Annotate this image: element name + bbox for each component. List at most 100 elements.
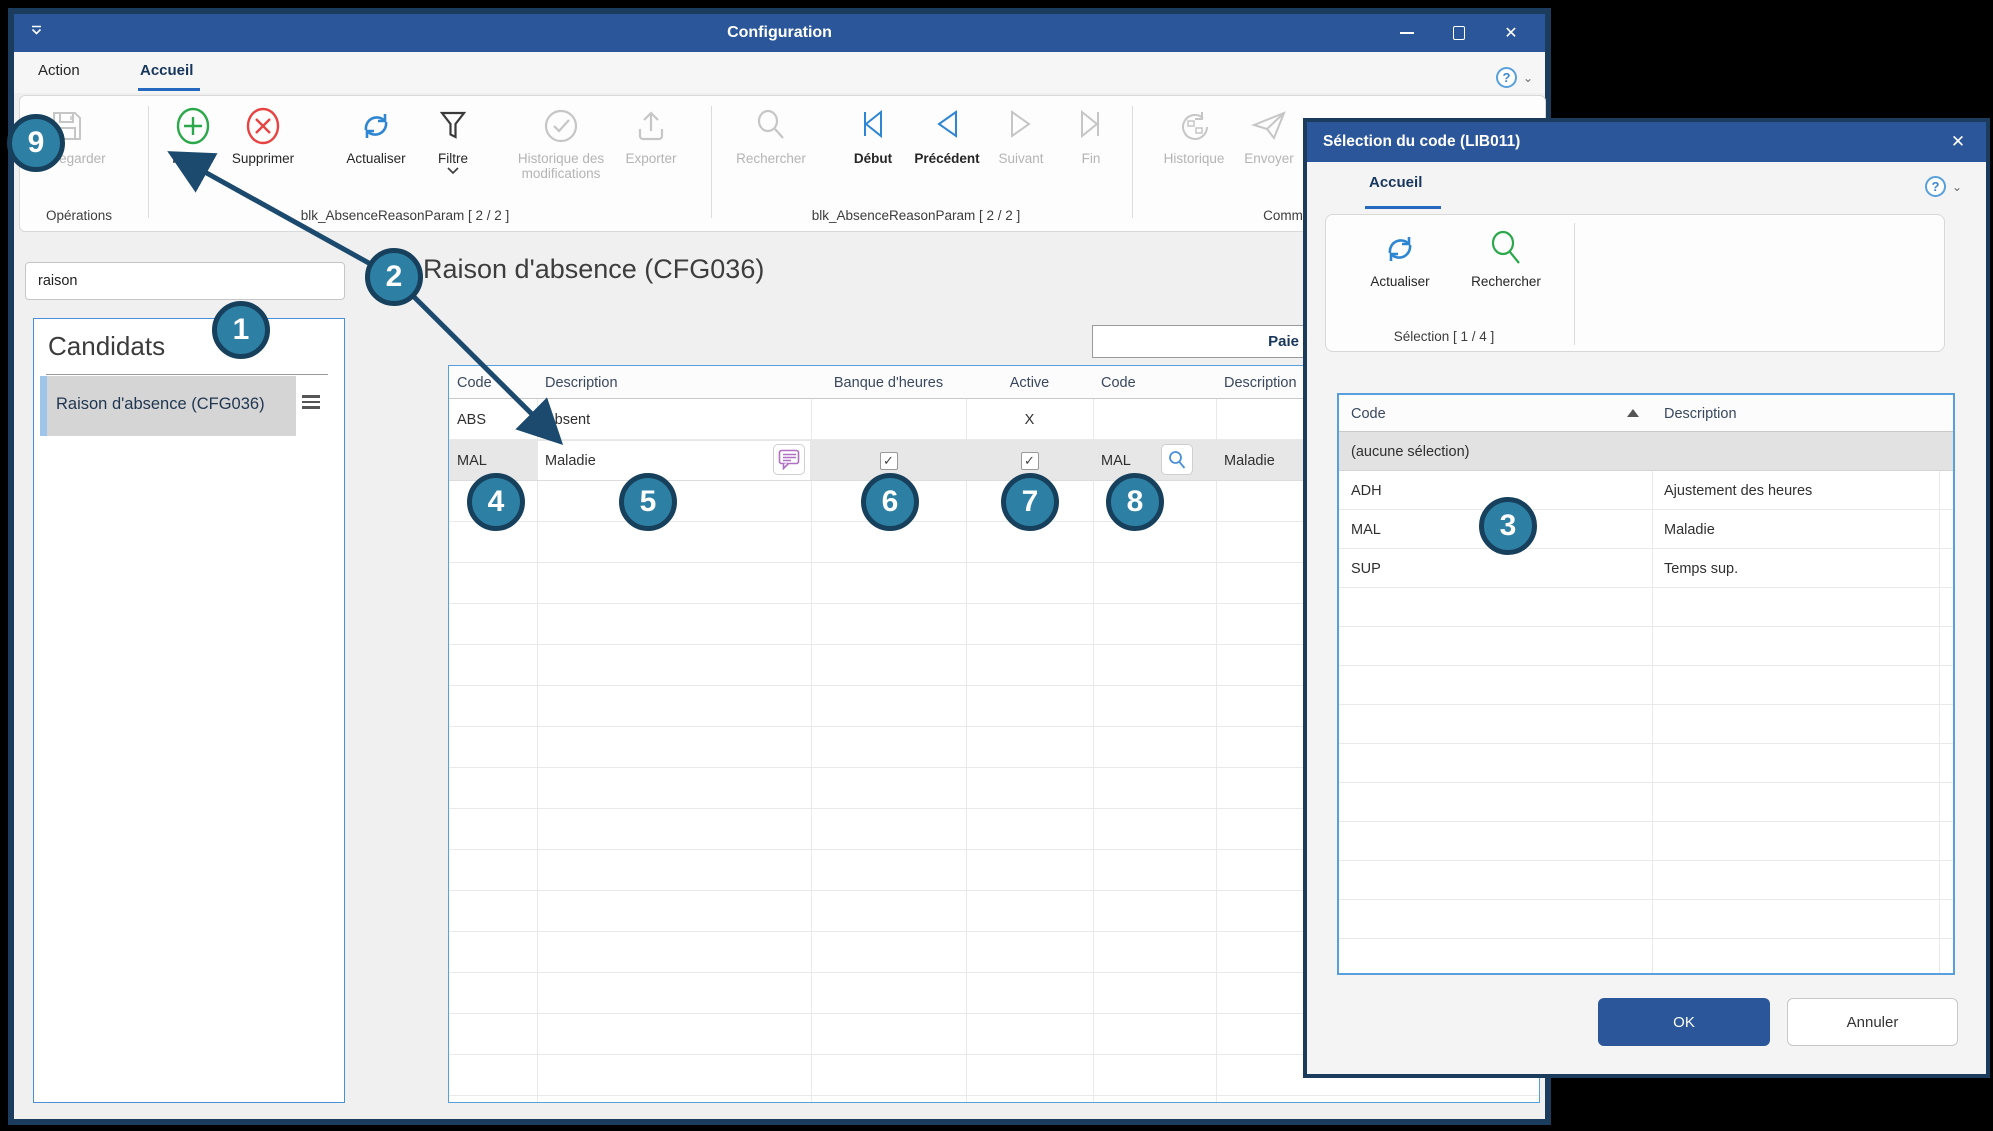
cell-code[interactable]: MAL <box>1351 510 1381 549</box>
cell-code[interactable]: SUP <box>1351 549 1381 588</box>
search-icon <box>749 102 793 148</box>
help-control[interactable]: ? ⌄ <box>1496 67 1533 88</box>
annotation-9: 9 <box>7 114 65 172</box>
cell-code[interactable]: ABS <box>457 399 486 440</box>
col-banque-heures[interactable]: Banque d'heures <box>811 366 966 399</box>
candidate-item[interactable]: Raison d'absence (CFG036) <box>40 376 296 436</box>
refresh-icon <box>354 102 398 148</box>
dialog-tab-underline <box>1365 206 1441 209</box>
dialog-title-bar: Sélection du code (LIB011) ✕ <box>1307 122 1986 162</box>
nav-next-icon <box>1001 102 1041 148</box>
dialog-table-header: Code Description <box>1339 395 1953 432</box>
tab-accueil[interactable]: Accueil <box>140 62 193 79</box>
annotation-4: 4 <box>467 473 525 531</box>
column-group-paie: Paie <box>1092 325 1312 358</box>
checkbox-checked[interactable]: ✓ <box>1021 452 1039 470</box>
fin-button[interactable]: Fin <box>1045 102 1137 166</box>
exporter-button[interactable]: Exporter <box>605 102 697 166</box>
group-label-block-1: blk_AbsenceReasonParam [ 2 / 2 ] <box>220 208 590 223</box>
search-input[interactable] <box>25 262 345 300</box>
annotation-2: 2 <box>365 248 423 306</box>
cell-code[interactable]: ADH <box>1351 471 1382 510</box>
help-icon[interactable]: ? <box>1925 176 1946 197</box>
dialog-actualiser-button[interactable]: Actualiser <box>1354 225 1446 289</box>
cell-code[interactable]: MAL <box>457 440 487 481</box>
cell-active[interactable]: X <box>966 399 1093 440</box>
annotation-6: 6 <box>861 473 919 531</box>
dialog-rechercher-button[interactable]: Rechercher <box>1460 225 1552 289</box>
dialog-row-none[interactable]: (aucune sélection) <box>1339 432 1953 471</box>
send-plane-icon <box>1247 102 1291 148</box>
col-paie-description[interactable]: Description <box>1224 366 1297 399</box>
insert-plus-icon <box>171 102 215 148</box>
dialog-row-sup[interactable]: SUP Temps sup. <box>1339 549 1953 588</box>
ribbon-separator <box>1574 223 1575 345</box>
rechercher-button[interactable]: Rechercher <box>725 102 817 166</box>
magnifier-icon <box>1167 450 1187 470</box>
page-title: Raison d'absence (CFG036) <box>423 254 764 285</box>
hamburger-menu-icon[interactable] <box>302 395 320 409</box>
comment-button[interactable] <box>773 444 805 475</box>
cell-paie-description[interactable]: Maladie <box>1224 440 1275 481</box>
cell-description[interactable]: Maladie <box>1664 510 1715 549</box>
tab-action[interactable]: Action <box>38 62 80 79</box>
dialog-code-table: Code Description (aucune sélection) ADH … <box>1337 393 1955 975</box>
annotation-5: 5 <box>619 473 677 531</box>
chevron-down-icon[interactable]: ⌄ <box>1523 71 1533 85</box>
dialog-close-button[interactable]: ✕ <box>1930 122 1986 162</box>
col-description[interactable]: Description <box>545 366 618 399</box>
lookup-button[interactable] <box>1161 444 1193 475</box>
cell-code[interactable]: (aucune sélection) <box>1351 432 1470 471</box>
annotation-7: 7 <box>1001 473 1059 531</box>
annotation-8: 8 <box>1106 473 1164 531</box>
ribbon-separator <box>711 106 712 218</box>
ribbon-tab-row: Action Accueil ? ⌄ <box>14 52 1545 93</box>
selection-accent-bar <box>40 376 47 436</box>
export-icon <box>629 102 673 148</box>
col-active[interactable]: Active <box>966 366 1093 399</box>
cell-description[interactable]: Ajustement des heures <box>1664 471 1812 510</box>
cell-description-text[interactable]: Maladie <box>545 440 596 481</box>
nav-last-icon <box>1071 102 1111 148</box>
candidates-title: Candidats <box>48 331 165 362</box>
search-icon <box>1484 225 1528 271</box>
col-paie-code[interactable]: Code <box>1101 366 1136 399</box>
ok-button[interactable]: OK <box>1598 998 1770 1046</box>
dialog-row-adh[interactable]: ADH Ajustement des heures <box>1339 471 1953 510</box>
col-code[interactable]: Code <box>1351 395 1386 432</box>
cell-description[interactable]: Temps sup. <box>1664 549 1738 588</box>
envoyer-button[interactable]: Envoyer <box>1223 102 1315 166</box>
group-label-block-2: blk_AbsenceReasonParam [ 2 / 2 ] <box>731 208 1101 223</box>
history-check-icon <box>539 102 583 148</box>
communication-history-icon <box>1172 102 1216 148</box>
chevron-down-icon[interactable]: ⌄ <box>1952 180 1962 194</box>
delete-x-icon <box>241 102 285 148</box>
refresh-icon <box>1378 225 1422 271</box>
col-description[interactable]: Description <box>1664 395 1737 432</box>
sort-ascending-icon[interactable] <box>1627 409 1639 417</box>
divider <box>46 374 328 375</box>
supprimer-button[interactable]: Supprimer <box>217 102 309 166</box>
title-bar: Configuration ✕ <box>14 14 1545 52</box>
quick-access-toolbar-icon[interactable] <box>30 25 43 36</box>
help-icon[interactable]: ? <box>1496 67 1517 88</box>
comment-icon <box>778 449 800 470</box>
nav-first-icon <box>853 102 893 148</box>
annuler-button[interactable]: Annuler <box>1787 998 1958 1046</box>
filtre-button[interactable]: Filtre <box>407 102 499 174</box>
dialog-row-mal[interactable]: MAL Maladie <box>1339 510 1953 549</box>
cell-description[interactable]: Absent <box>545 399 590 440</box>
close-button[interactable]: ✕ <box>1485 14 1537 52</box>
filter-chevron-icon[interactable] <box>447 167 459 174</box>
annotation-1: 1 <box>212 301 270 359</box>
col-code[interactable]: Code <box>457 366 492 399</box>
minimize-button[interactable] <box>1381 14 1433 52</box>
ribbon-separator <box>1132 106 1133 218</box>
dialog-tab-accueil[interactable]: Accueil <box>1369 174 1422 191</box>
group-label-operations: Opérations <box>26 208 132 223</box>
selection-dialog: Sélection du code (LIB011) ✕ Accueil ? ⌄… <box>1303 118 1990 1078</box>
maximize-button[interactable] <box>1433 14 1485 52</box>
dialog-help-control[interactable]: ? ⌄ <box>1925 176 1962 197</box>
annotation-3: 3 <box>1479 497 1537 555</box>
checkbox-checked[interactable]: ✓ <box>880 452 898 470</box>
